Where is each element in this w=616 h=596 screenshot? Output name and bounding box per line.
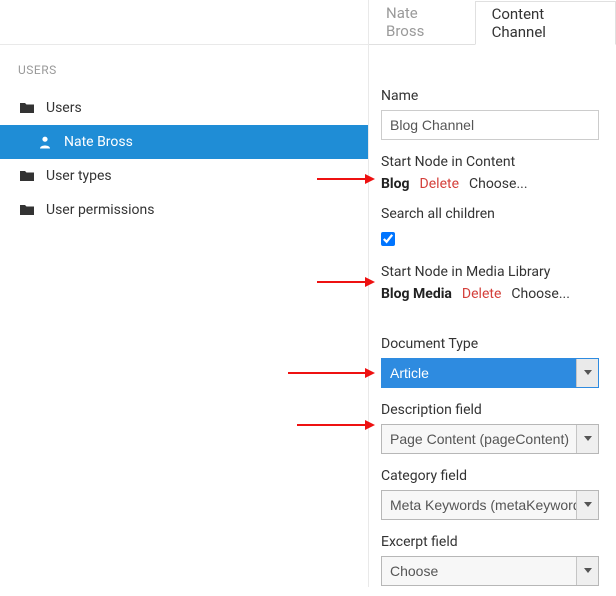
start-media-choose[interactable]: Choose... bbox=[511, 286, 570, 302]
doctype-select[interactable]: Article bbox=[381, 358, 599, 388]
start-content-choose[interactable]: Choose... bbox=[469, 176, 528, 192]
content-channel-form: Name Start Node in Content Blog Delete C… bbox=[369, 44, 616, 596]
start-media-delete[interactable]: Delete bbox=[462, 286, 501, 302]
tab-content-channel[interactable]: Content Channel bbox=[475, 1, 616, 45]
users-sidebar: USERS Users Nate Bross User types User perm… bbox=[0, 0, 369, 587]
tree-item[interactable]: User permissions bbox=[0, 193, 368, 227]
doctype-select-wrap: Article bbox=[381, 358, 599, 388]
description-label: Description field bbox=[381, 402, 604, 418]
tree-item-label: User permissions bbox=[46, 202, 154, 218]
category-label: Category field bbox=[381, 468, 604, 484]
start-content-row: Blog Delete Choose... bbox=[381, 176, 604, 192]
folder-icon bbox=[20, 204, 38, 216]
folder-icon bbox=[20, 102, 38, 114]
description-select[interactable]: Page Content (pageContent) bbox=[381, 424, 599, 454]
category-select[interactable]: Meta Keywords (metaKeywords) bbox=[381, 490, 599, 520]
name-input[interactable] bbox=[381, 110, 599, 140]
tab-user[interactable]: Nate Bross bbox=[369, 0, 475, 44]
folder-icon bbox=[20, 170, 38, 182]
excerpt-select-wrap: Choose bbox=[381, 556, 599, 586]
tab-bar: Nate Bross Content Channel bbox=[369, 0, 616, 44]
doctype-label: Document Type bbox=[381, 336, 604, 352]
tree-item-label: Users bbox=[46, 100, 82, 116]
start-content-node: Blog bbox=[381, 176, 410, 192]
tree-item-label: User types bbox=[46, 168, 112, 184]
user-icon bbox=[38, 135, 56, 149]
start-media-label: Start Node in Media Library bbox=[381, 264, 604, 280]
tree-item[interactable]: Nate Bross bbox=[0, 125, 368, 159]
tree-item[interactable]: Users bbox=[0, 91, 368, 125]
name-label: Name bbox=[381, 88, 604, 104]
excerpt-label: Excerpt field bbox=[381, 534, 604, 550]
search-children-label: Search all children bbox=[381, 206, 604, 222]
tree-item-label: Nate Bross bbox=[64, 134, 133, 150]
users-tree: Users Nate Bross User types User permission… bbox=[0, 91, 368, 227]
start-content-delete[interactable]: Delete bbox=[420, 176, 459, 192]
search-children-checkbox[interactable] bbox=[381, 232, 395, 246]
content-panel: Nate Bross Content Channel Name Start No… bbox=[369, 0, 616, 587]
start-media-row: Blog Media Delete Choose... bbox=[381, 286, 604, 302]
excerpt-select[interactable]: Choose bbox=[381, 556, 599, 586]
category-select-wrap: Meta Keywords (metaKeywords) bbox=[381, 490, 599, 520]
sidebar-heading: USERS bbox=[0, 63, 368, 91]
tree-item[interactable]: User types bbox=[0, 159, 368, 193]
start-content-label: Start Node in Content bbox=[381, 154, 604, 170]
start-media-node: Blog Media bbox=[381, 286, 452, 302]
description-select-wrap: Page Content (pageContent) bbox=[381, 424, 599, 454]
